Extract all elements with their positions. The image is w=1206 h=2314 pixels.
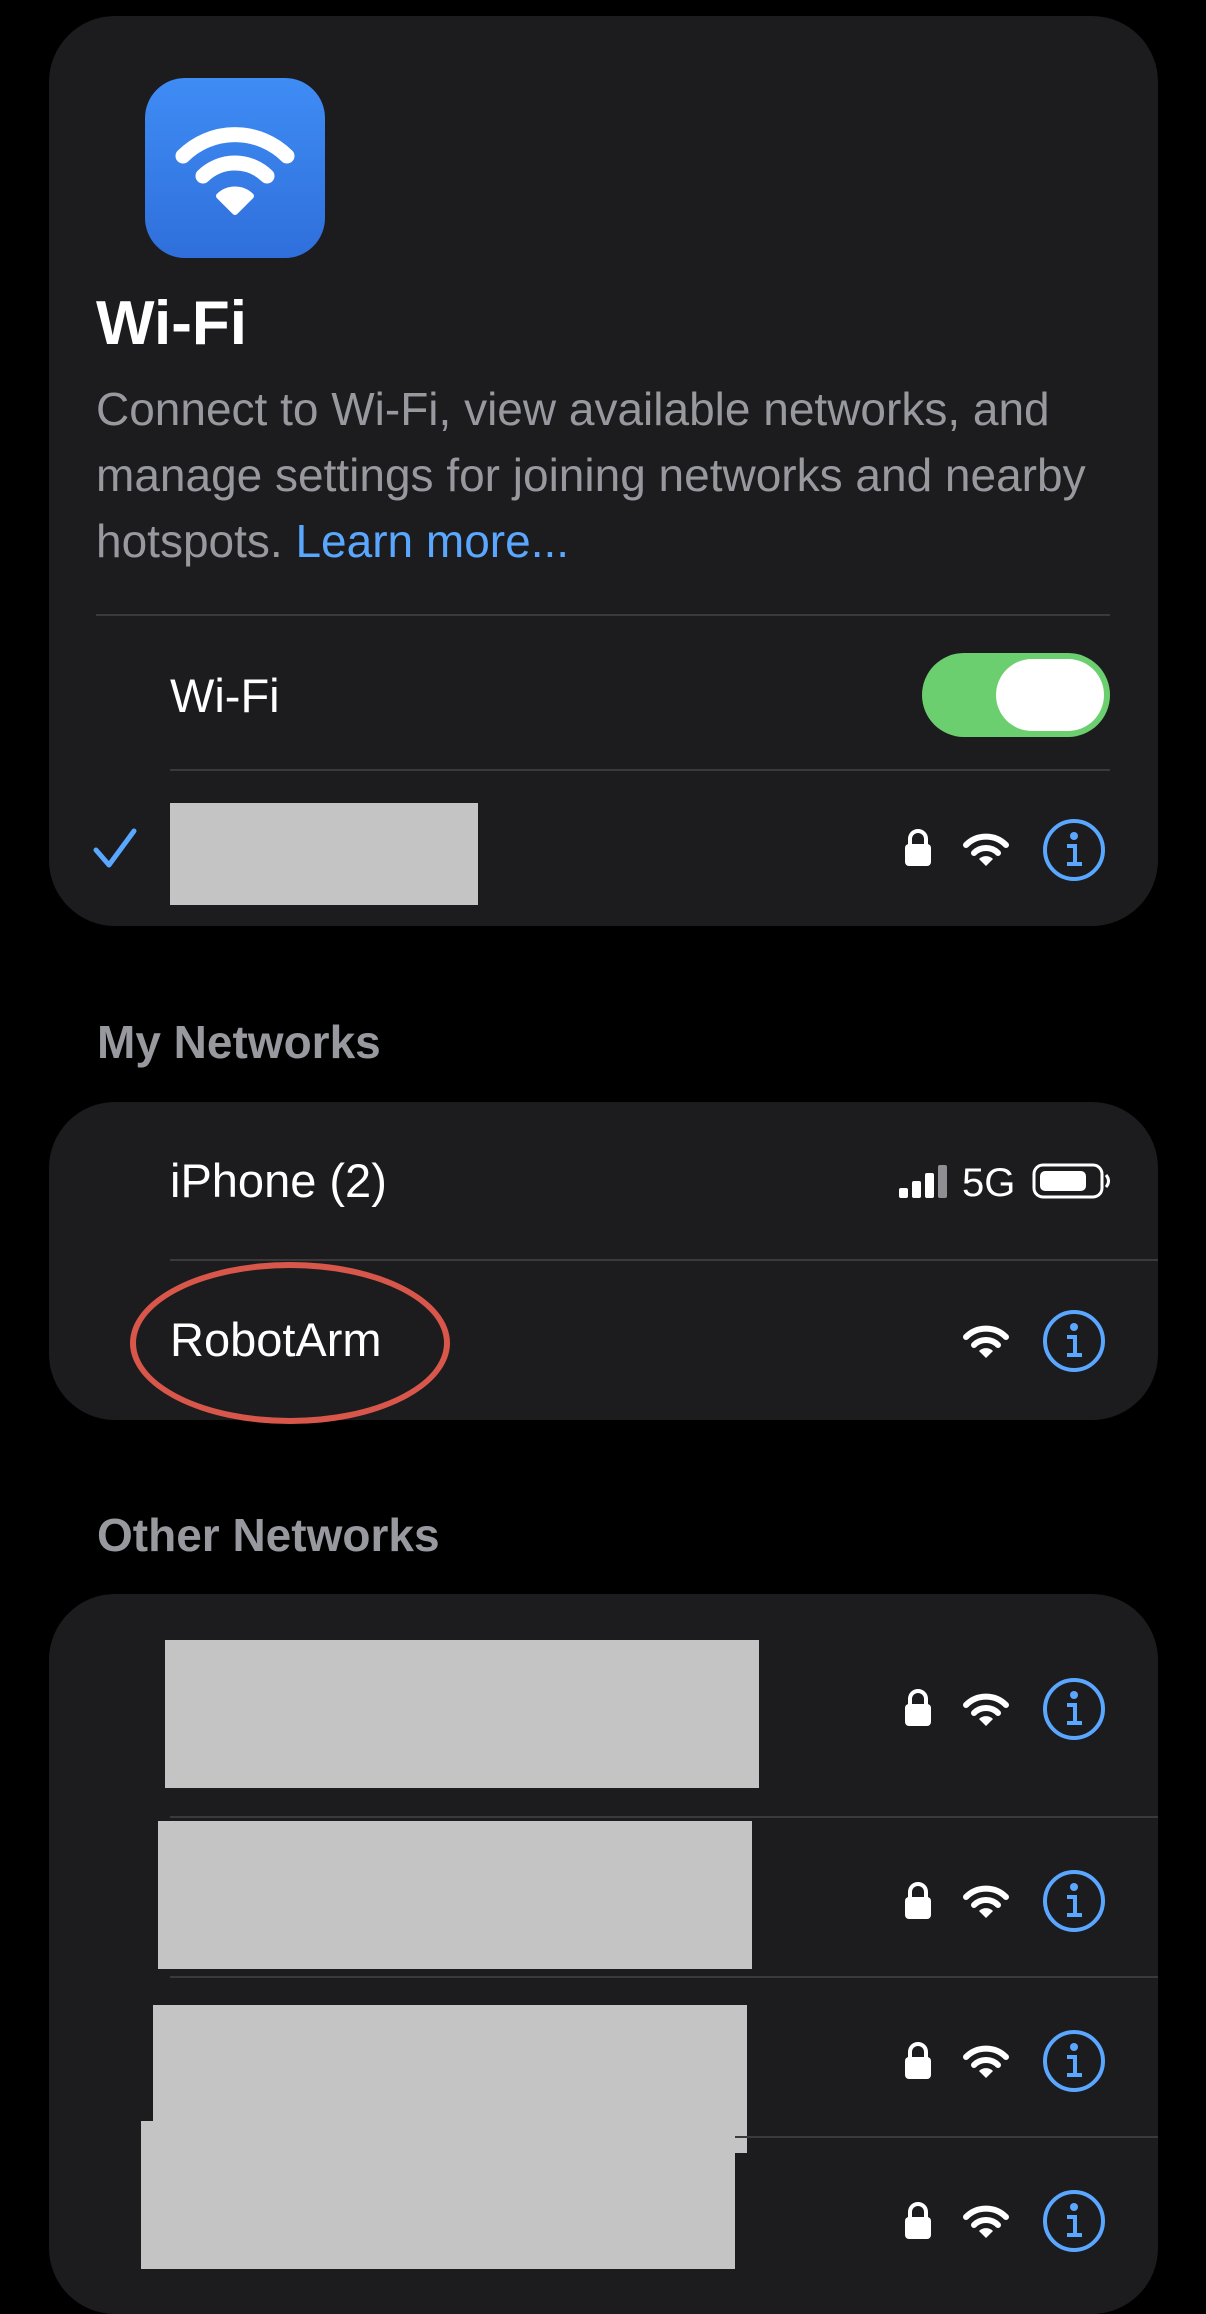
- page-title: Wi-Fi: [96, 289, 247, 358]
- lock-icon: [903, 2041, 933, 2086]
- wifi-signal-icon: [963, 1324, 1009, 1365]
- divider: [170, 1976, 1158, 1978]
- info-icon[interactable]: [1042, 1869, 1106, 1938]
- network-name-redacted[interactable]: [141, 2121, 735, 2269]
- divider: [170, 1816, 1158, 1818]
- divider: [96, 614, 1110, 616]
- lock-icon: [903, 828, 933, 873]
- cellular-signal-icon: [898, 1164, 950, 1203]
- wifi-signal-icon: [963, 1692, 1009, 1733]
- section-header-my-networks: My Networks: [97, 1016, 381, 1068]
- wifi-toggle-label: Wi-Fi: [170, 669, 280, 722]
- wifi-toggle[interactable]: [922, 653, 1110, 737]
- info-icon[interactable]: [1042, 2029, 1106, 2098]
- divider: [170, 1259, 1158, 1261]
- info-icon[interactable]: [1042, 1309, 1106, 1378]
- wifi-signal-icon: [963, 832, 1009, 873]
- lock-icon: [903, 2201, 933, 2246]
- network-type-label: 5G: [962, 1161, 1016, 1205]
- toggle-knob: [996, 659, 1104, 731]
- network-name-redacted[interactable]: [165, 1640, 759, 1788]
- divider: [170, 769, 1110, 771]
- description-text: Connect to Wi-Fi, view available network…: [96, 383, 1086, 567]
- info-icon[interactable]: [1042, 818, 1106, 887]
- section-header-other-networks: Other Networks: [97, 1509, 440, 1561]
- learn-more-link[interactable]: Learn more...: [295, 515, 569, 567]
- battery-icon: [1032, 1163, 1112, 1204]
- network-name-robotarm[interactable]: RobotArm: [170, 1310, 382, 1370]
- wifi-app-icon: [145, 78, 325, 258]
- info-icon[interactable]: [1042, 1677, 1106, 1746]
- lock-icon: [903, 1881, 933, 1926]
- checkmark-icon: [92, 826, 138, 877]
- page-description: Connect to Wi-Fi, view available network…: [96, 376, 1126, 574]
- wifi-signal-icon: [963, 2044, 1009, 2085]
- wifi-signal-icon: [963, 1884, 1009, 1925]
- lock-icon: [903, 1688, 933, 1733]
- network-name-redacted[interactable]: [158, 1821, 752, 1969]
- info-icon[interactable]: [1042, 2189, 1106, 2258]
- my-networks-card: [49, 1102, 1158, 1420]
- network-name-iphone[interactable]: iPhone (2): [170, 1151, 387, 1211]
- wifi-signal-icon: [963, 2204, 1009, 2245]
- connected-network-name-redacted[interactable]: [170, 803, 478, 905]
